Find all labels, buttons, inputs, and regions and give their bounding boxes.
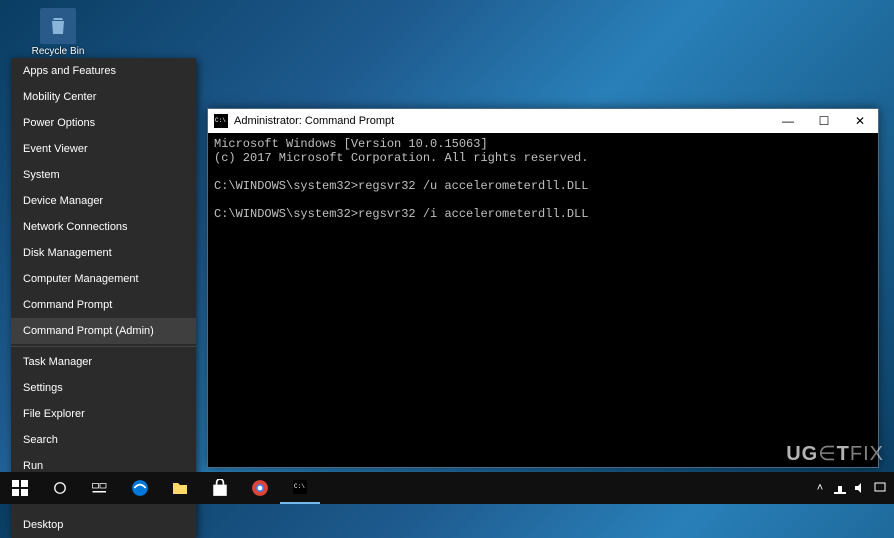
cmd-icon <box>293 480 307 494</box>
task-view-button[interactable] <box>80 472 120 504</box>
icon-label: Recycle Bin <box>32 46 85 57</box>
window-titlebar[interactable]: Administrator: Command Prompt — ☐ ✕ <box>208 109 878 133</box>
circle-icon <box>53 481 67 495</box>
speaker-icon <box>854 482 866 494</box>
minimize-button[interactable]: — <box>770 109 806 133</box>
taskbar-app-explorer[interactable] <box>160 472 200 504</box>
menu-device-manager[interactable]: Device Manager <box>11 188 196 214</box>
tray-volume-icon[interactable] <box>850 472 870 504</box>
edge-icon <box>131 479 149 497</box>
command-prompt-window: Administrator: Command Prompt — ☐ ✕ Micr… <box>207 108 879 468</box>
start-button[interactable] <box>0 472 40 504</box>
windows-icon <box>12 480 28 496</box>
menu-command-prompt[interactable]: Command Prompt <box>11 292 196 318</box>
tray-notifications-icon[interactable] <box>870 472 890 504</box>
taskbar-app-cmd[interactable] <box>280 472 320 504</box>
folder-icon <box>171 480 189 496</box>
menu-disk-management[interactable]: Disk Management <box>11 240 196 266</box>
menu-apps-features[interactable]: Apps and Features <box>11 58 196 84</box>
menu-desktop[interactable]: Desktop <box>11 512 196 538</box>
task-view-icon <box>92 482 108 494</box>
taskbar-app-chrome[interactable] <box>240 472 280 504</box>
store-icon <box>211 479 229 497</box>
menu-system[interactable]: System <box>11 162 196 188</box>
winx-menu: Apps and Features Mobility Center Power … <box>11 58 196 538</box>
bin-icon <box>40 8 76 44</box>
notification-icon <box>874 482 886 494</box>
taskbar-app-store[interactable] <box>200 472 240 504</box>
tray-up-icon[interactable]: ˄ <box>810 472 830 504</box>
terminal-output[interactable]: Microsoft Windows [Version 10.0.15063] (… <box>208 133 878 467</box>
menu-search[interactable]: Search <box>11 427 196 453</box>
menu-task-manager[interactable]: Task Manager <box>11 349 196 375</box>
cortana-button[interactable] <box>40 472 80 504</box>
taskbar: ˄ <box>0 472 894 504</box>
menu-file-explorer[interactable]: File Explorer <box>11 401 196 427</box>
menu-power-options[interactable]: Power Options <box>11 110 196 136</box>
cmd-icon <box>214 114 228 128</box>
menu-network-connections[interactable]: Network Connections <box>11 214 196 240</box>
menu-separator <box>11 346 196 347</box>
chrome-icon <box>251 479 269 497</box>
watermark: UG∈TFIX <box>786 441 884 466</box>
window-title: Administrator: Command Prompt <box>234 115 394 127</box>
menu-event-viewer[interactable]: Event Viewer <box>11 136 196 162</box>
menu-mobility-center[interactable]: Mobility Center <box>11 84 196 110</box>
menu-command-prompt-admin[interactable]: Command Prompt (Admin) <box>11 318 196 344</box>
close-button[interactable]: ✕ <box>842 109 878 133</box>
taskbar-app-edge[interactable] <box>120 472 160 504</box>
menu-computer-management[interactable]: Computer Management <box>11 266 196 292</box>
menu-settings[interactable]: Settings <box>11 375 196 401</box>
tray-network-icon[interactable] <box>830 472 850 504</box>
recycle-bin-icon[interactable]: Recycle Bin <box>28 8 88 57</box>
wifi-icon <box>834 482 846 494</box>
maximize-button[interactable]: ☐ <box>806 109 842 133</box>
